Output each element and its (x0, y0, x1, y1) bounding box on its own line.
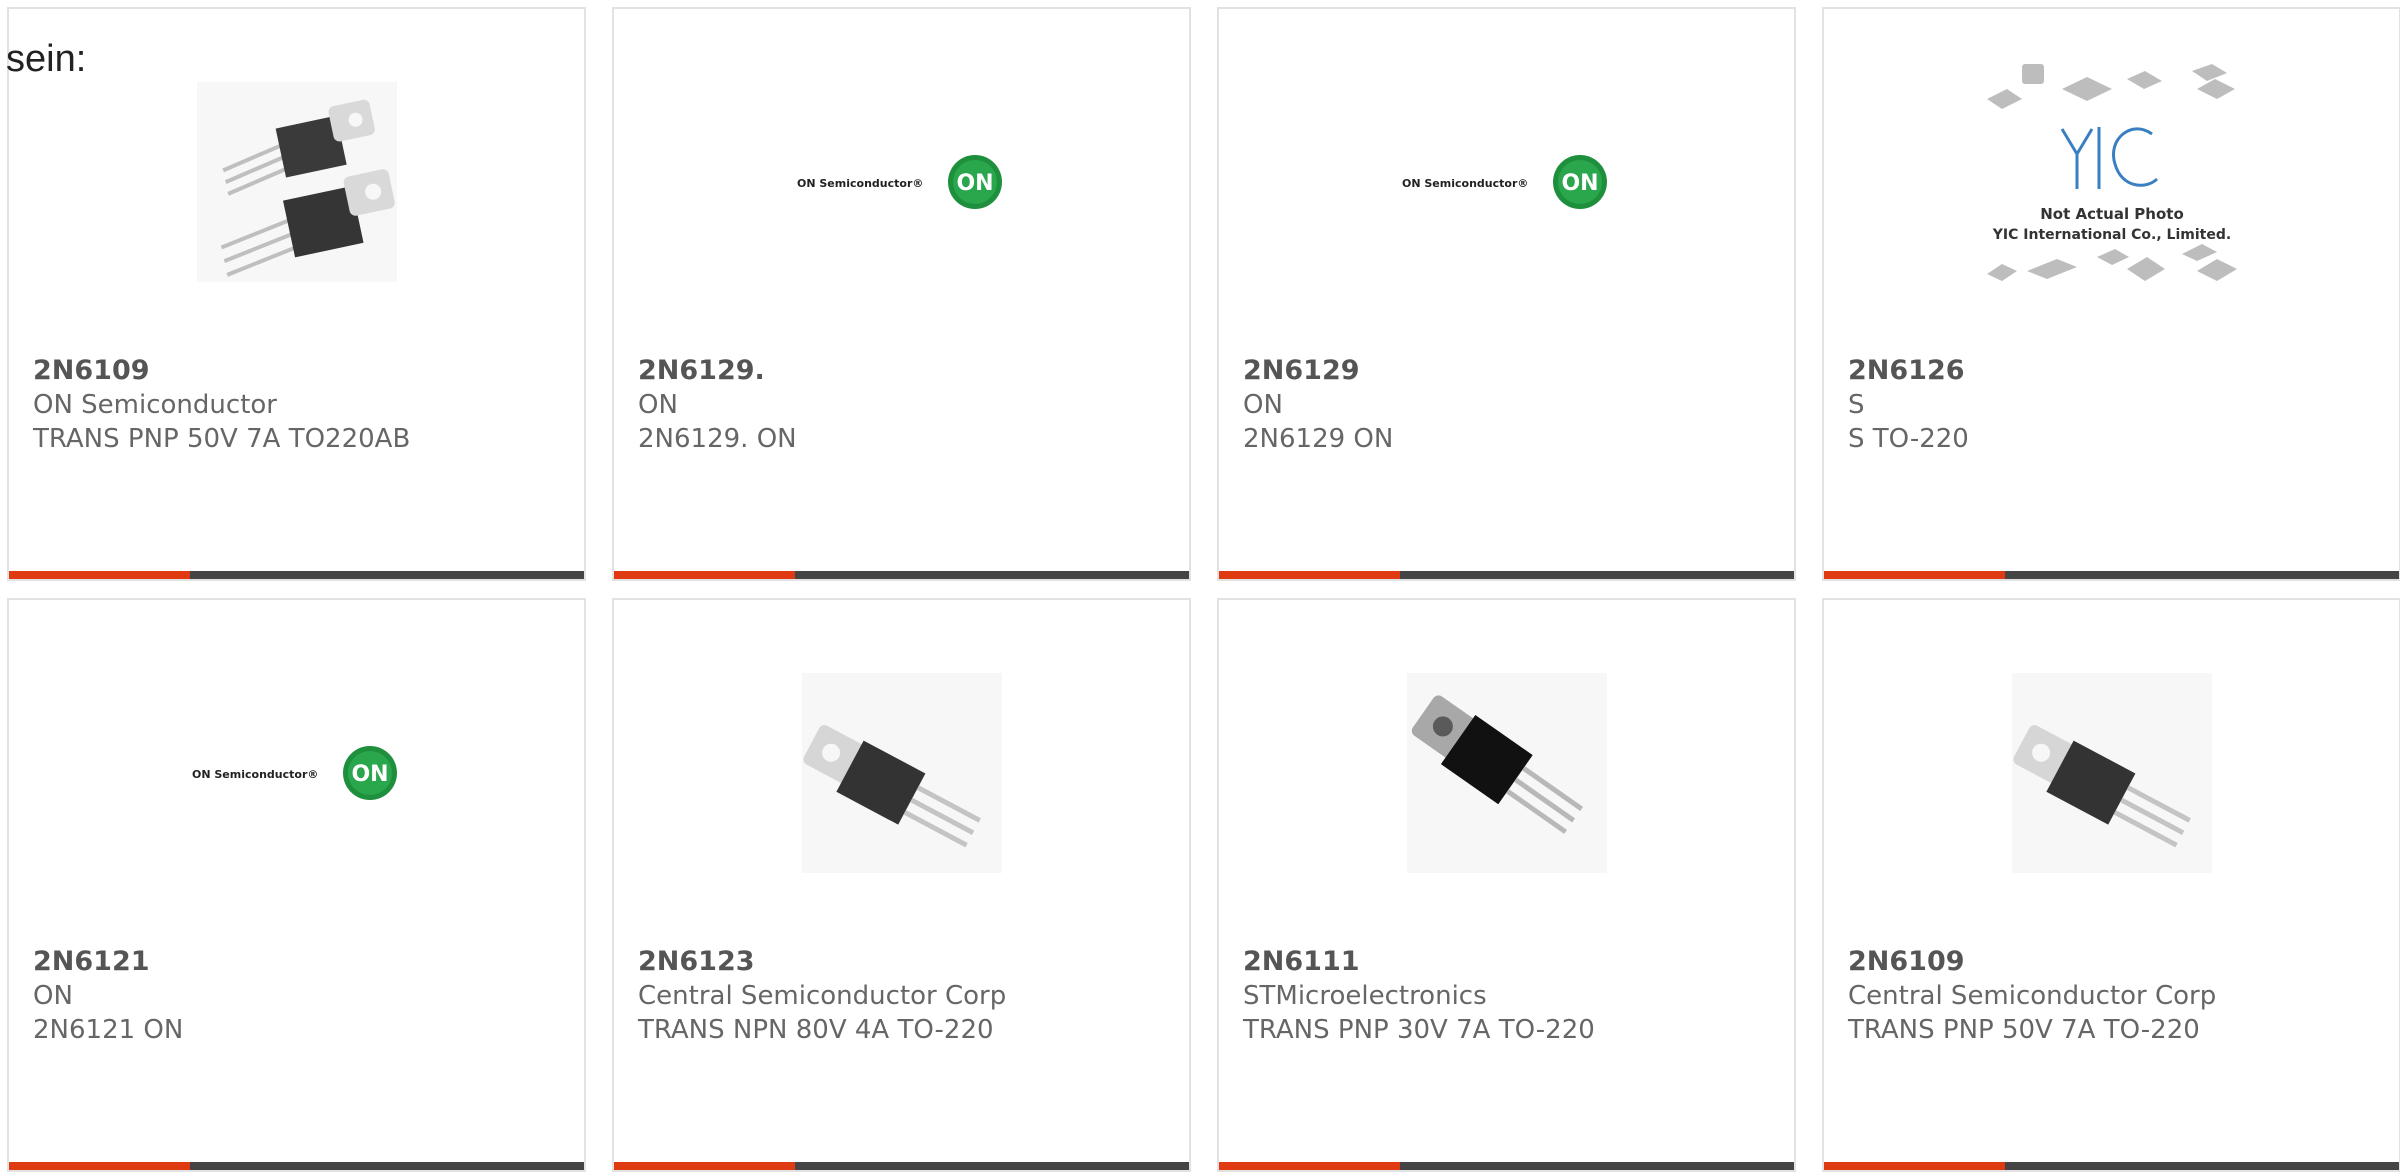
product-info: 2N6121 ON 2N6121 ON (33, 945, 572, 1047)
part-number[interactable]: 2N6109 (33, 354, 572, 388)
yic-placeholder-image: Not Actual Photo YIC International Co., … (1986, 64, 2237, 281)
part-number[interactable]: 2N6126 (1848, 354, 2387, 388)
product-image[interactable] (614, 660, 1189, 885)
manufacturer: S (1848, 390, 1865, 420)
to220-transistor-photo (2011, 672, 2212, 873)
part-number[interactable]: 2N6123 (638, 945, 1177, 979)
manufacturer: ON (1243, 390, 1283, 420)
svg-text:ON Semiconductor®: ON Semiconductor® (797, 177, 923, 190)
card-footer-bar (614, 1162, 1189, 1170)
product-info: 2N6111 STMicroelectronics TRANS PNP 30V … (1243, 945, 1782, 1047)
product-info: 2N6129. ON 2N6129. ON (638, 354, 1177, 456)
svg-text:ON: ON (956, 171, 993, 196)
on-semiconductor-logo: ON Semiconductor® ON (1402, 154, 1607, 209)
description: 2N6129. ON (638, 424, 797, 454)
product-card[interactable]: 2N6109 ON Semiconductor TRANS PNP 50V 7A… (7, 7, 586, 581)
description: TRANS PNP 50V 7A TO-220 (1848, 1015, 2200, 1045)
product-info: 2N6109 ON Semiconductor TRANS PNP 50V 7A… (33, 354, 572, 456)
product-info: 2N6126 S S TO-220 (1848, 354, 2387, 456)
card-footer-bar (1824, 571, 2399, 579)
manufacturer: ON (33, 981, 73, 1011)
product-image[interactable]: ON Semiconductor® ON (9, 660, 584, 885)
product-card[interactable]: ON Semiconductor® ON 2N6121 ON 2N6121 ON (7, 598, 586, 1172)
product-card[interactable]: ON Semiconductor® ON 2N6129. ON 2N6129. … (612, 7, 1191, 581)
card-footer-bar (9, 571, 584, 579)
product-card[interactable]: 2N6123 Central Semiconductor Corp TRANS … (612, 598, 1191, 1172)
part-number[interactable]: 2N6121 (33, 945, 572, 979)
to220-transistor-photo (801, 672, 1002, 873)
part-number[interactable]: 2N6111 (1243, 945, 1782, 979)
card-footer-bar (9, 1162, 584, 1170)
on-semiconductor-logo: ON Semiconductor® ON (192, 745, 397, 800)
svg-text:YIC International Co., Limited: YIC International Co., Limited. (1991, 227, 2230, 243)
description: TRANS PNP 30V 7A TO-220 (1243, 1015, 1595, 1045)
description: 2N6121 ON (33, 1015, 184, 1045)
svg-text:Not Actual Photo: Not Actual Photo (2040, 205, 2184, 223)
product-card[interactable]: 2N6111 STMicroelectronics TRANS PNP 30V … (1217, 598, 1796, 1172)
manufacturer: ON (638, 390, 678, 420)
manufacturer: ON Semiconductor (33, 390, 277, 420)
manufacturer: STMicroelectronics (1243, 981, 1487, 1011)
part-number[interactable]: 2N6129 (1243, 354, 1782, 388)
svg-text:ON: ON (351, 762, 388, 787)
product-image[interactable] (1219, 660, 1794, 885)
to220-transistor-photo (1406, 672, 1607, 873)
part-number[interactable]: 2N6129. (638, 354, 1177, 388)
product-image[interactable] (1824, 660, 2399, 885)
description: TRANS NPN 80V 4A TO-220 (638, 1015, 994, 1045)
card-footer-bar (1824, 1162, 2399, 1170)
product-image[interactable]: ON Semiconductor® ON (614, 69, 1189, 294)
product-image[interactable] (9, 69, 584, 294)
card-footer-bar (1219, 571, 1794, 579)
product-card[interactable]: Not Actual Photo YIC International Co., … (1822, 7, 2400, 581)
svg-text:ON: ON (1561, 171, 1598, 196)
on-semiconductor-logo: ON Semiconductor® ON (797, 154, 1002, 209)
description: S TO-220 (1848, 424, 1969, 454)
product-card[interactable]: 2N6109 Central Semiconductor Corp TRANS … (1822, 598, 2400, 1172)
to220-transistor-photo (196, 81, 397, 282)
product-info: 2N6123 Central Semiconductor Corp TRANS … (638, 945, 1177, 1047)
card-footer-bar (1219, 1162, 1794, 1170)
card-footer-bar (614, 571, 1189, 579)
product-grid: 2N6109 ON Semiconductor TRANS PNP 50V 7A… (7, 7, 2400, 1172)
product-image[interactable]: ON Semiconductor® ON (1219, 69, 1794, 294)
product-image[interactable]: Not Actual Photo YIC International Co., … (1824, 64, 2399, 294)
description: 2N6129 ON (1243, 424, 1394, 454)
product-card[interactable]: ON Semiconductor® ON 2N6129 ON 2N6129 ON (1217, 7, 1796, 581)
product-info: 2N6109 Central Semiconductor Corp TRANS … (1848, 945, 2387, 1047)
manufacturer: Central Semiconductor Corp (638, 981, 1007, 1011)
svg-text:ON Semiconductor®: ON Semiconductor® (1402, 177, 1528, 190)
description: TRANS PNP 50V 7A TO220AB (33, 424, 411, 454)
intro-text: sein: (6, 38, 87, 80)
product-info: 2N6129 ON 2N6129 ON (1243, 354, 1782, 456)
svg-text:ON Semiconductor®: ON Semiconductor® (192, 768, 318, 781)
manufacturer: Central Semiconductor Corp (1848, 981, 2217, 1011)
part-number[interactable]: 2N6109 (1848, 945, 2387, 979)
